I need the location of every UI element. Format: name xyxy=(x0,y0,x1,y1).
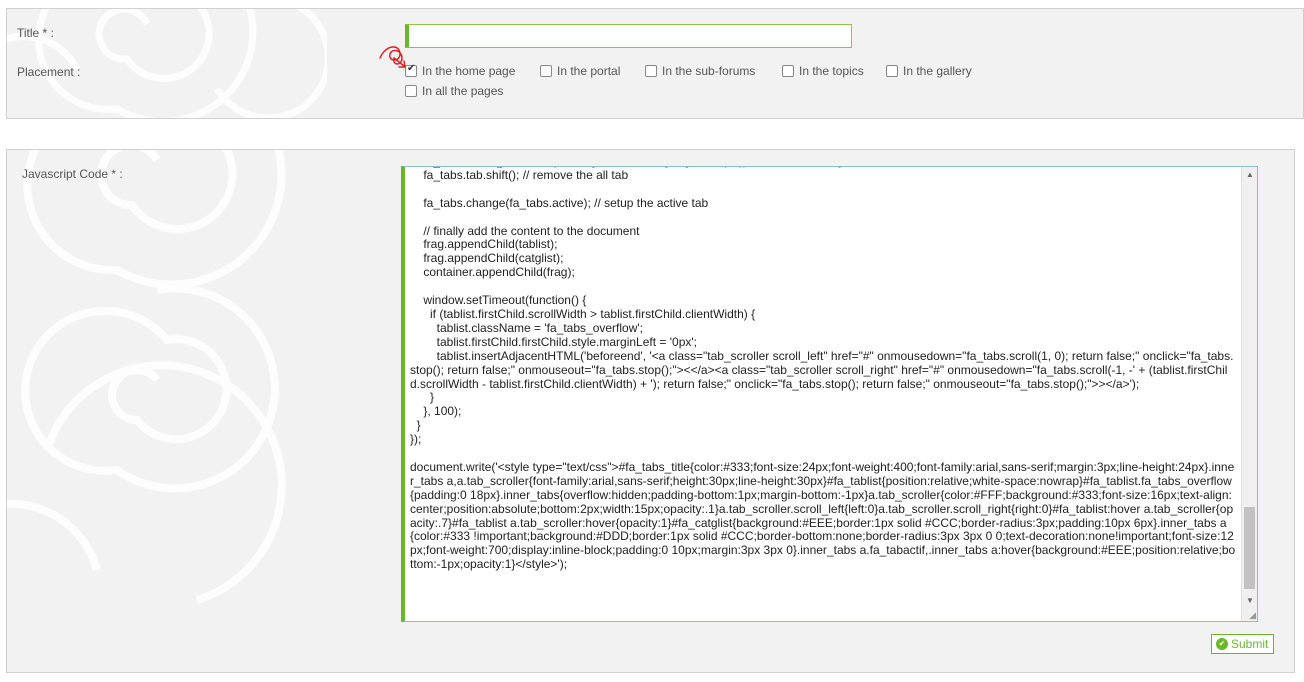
scroll-down-arrow-icon[interactable]: ▼ xyxy=(1242,593,1257,609)
placement-topics-checkbox[interactable]: In the topics xyxy=(782,64,864,78)
placement-option-label: In the home page xyxy=(422,64,516,78)
placement-home-checkbox[interactable]: In the home page xyxy=(405,63,516,78)
placement-option-label: In the topics xyxy=(799,64,864,78)
checkbox-icon[interactable] xyxy=(405,85,417,97)
title-label: Title * : xyxy=(17,26,54,40)
title-input[interactable] xyxy=(405,24,852,48)
red-arrow-annotation xyxy=(379,46,406,68)
checkbox-icon[interactable] xyxy=(645,65,657,77)
javascript-code-panel: Javascript Code * : fa_tabs.tab = [].sli… xyxy=(6,149,1295,673)
javascript-code-textarea[interactable]: fa_tabs.tab = [].slice.call(tablist.getE… xyxy=(401,166,1258,622)
placement-portal-checkbox[interactable]: In the portal xyxy=(540,64,620,78)
submit-label: Submit xyxy=(1231,637,1269,651)
swirl-decoration xyxy=(7,150,286,604)
title-placement-panel: Title * : Placement : In the home page I… xyxy=(6,8,1304,119)
placement-option-label: In the portal xyxy=(557,64,621,78)
submit-button[interactable]: ✔ Submit xyxy=(1211,634,1275,654)
scroll-up-arrow-icon[interactable]: ▲ xyxy=(1242,167,1257,183)
swirl-decoration xyxy=(7,9,327,118)
placement-label: Placement : xyxy=(17,65,81,79)
checkbox-icon[interactable] xyxy=(540,65,552,77)
checkbox-icon[interactable] xyxy=(782,65,794,77)
placement-option-label: In all the pages xyxy=(422,84,504,98)
resize-grip-icon[interactable]: ◢ xyxy=(1249,611,1256,620)
placement-subforums-checkbox[interactable]: In the sub-forums xyxy=(645,64,755,78)
vertical-scrollbar[interactable]: ▲ ▼ xyxy=(1241,167,1257,621)
check-circle-icon: ✔ xyxy=(1216,638,1228,650)
placement-all-pages-checkbox[interactable]: In all the pages xyxy=(405,84,503,98)
checkbox-icon[interactable] xyxy=(886,65,898,77)
placement-option-label: In the sub-forums xyxy=(662,64,756,78)
javascript-code-label: Javascript Code * : xyxy=(22,167,123,181)
scroll-thumb[interactable] xyxy=(1244,507,1255,589)
placement-option-label: In the gallery xyxy=(903,64,972,78)
placement-gallery-checkbox[interactable]: In the gallery xyxy=(886,64,972,78)
code-content[interactable]: fa_tabs.tab = [].slice.call(tablist.getE… xyxy=(410,167,1236,572)
